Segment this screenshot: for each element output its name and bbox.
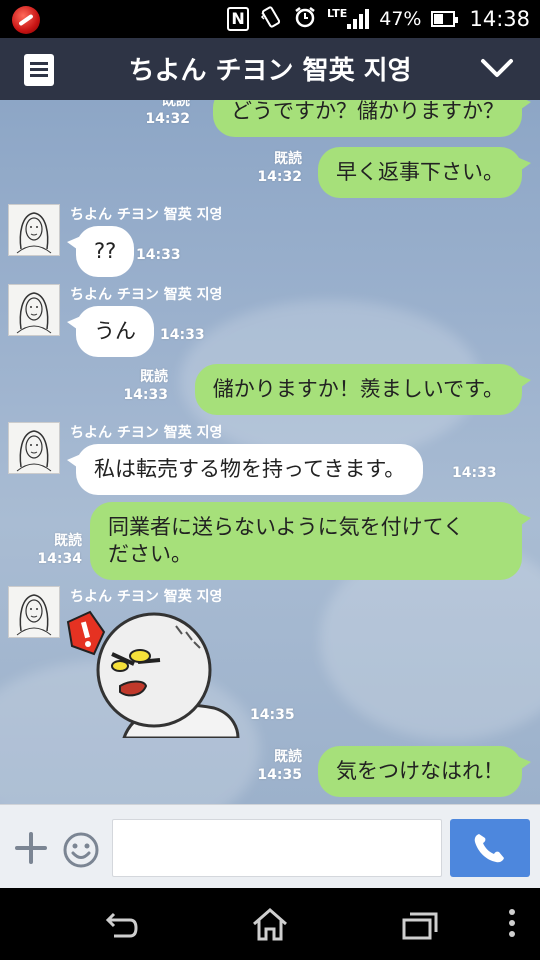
smile-icon[interactable]	[62, 831, 100, 869]
message-time: 14:33	[160, 327, 205, 343]
phone-icon	[474, 834, 504, 863]
sender-name: ちよん チヨン 智英 지영	[70, 287, 223, 303]
read-time-meta: 既読 14:34	[37, 532, 82, 568]
message-bubble[interactable]: 私は転売する物を持ってきます。	[66, 444, 424, 495]
navigation-bar	[0, 888, 540, 960]
sender-name: ちよん チヨン 智英 지영	[70, 207, 223, 223]
message-text: 気をつけなはれ！	[336, 759, 504, 783]
message-bubble[interactable]: どうですか？儲かりますか？	[213, 100, 531, 137]
message-time: 14:33	[123, 387, 168, 403]
signal-icon	[347, 9, 370, 29]
message-text: 私は転売する物を持ってきます。	[94, 457, 406, 481]
battery-icon	[431, 11, 459, 27]
read-time-meta: 既読 14:35	[257, 748, 302, 784]
read-time-meta: 既読 14:32	[257, 150, 302, 186]
chat-title: ちよん チヨン 智英 지영	[128, 56, 412, 86]
message-text: どうですか？儲かりますか？	[231, 100, 504, 123]
avatar[interactable]	[8, 422, 60, 474]
message-bubble[interactable]: 早く返事下さい。	[318, 147, 531, 198]
read-label: 既読	[274, 151, 302, 167]
avatar[interactable]	[8, 586, 60, 638]
message-text: 早く返事下さい。	[336, 160, 504, 184]
alarm-icon	[293, 5, 317, 34]
message-text: うん	[94, 319, 136, 343]
call-button[interactable]	[450, 819, 530, 877]
message-time: 14:35	[257, 767, 302, 783]
message-time: 14:33	[136, 247, 181, 263]
message-time: 14:32	[257, 169, 302, 185]
message-input[interactable]	[112, 819, 442, 877]
read-time-meta: 既読 14:33	[123, 368, 168, 404]
nfc-icon: N	[227, 7, 250, 31]
app-icon	[12, 6, 40, 34]
message-time: 14:32	[145, 111, 190, 127]
vibrate-icon	[259, 5, 283, 34]
overflow-menu-icon[interactable]	[492, 906, 515, 942]
message-time: 14:34	[37, 551, 82, 567]
plus-icon[interactable]	[14, 831, 48, 865]
battery-percent: 47%	[379, 8, 422, 30]
read-label: 既読	[162, 100, 190, 109]
status-bar: N LTE 47% 14:38	[0, 0, 540, 38]
message-bubble[interactable]: 気をつけなはれ！	[318, 746, 531, 797]
sender-name: ちよん チヨン 智英 지영	[70, 589, 223, 605]
message-bubble[interactable]: うん	[67, 306, 154, 357]
read-time-meta: 既読 14:32	[145, 100, 190, 128]
back-icon[interactable]	[100, 906, 140, 942]
chevron-down-icon[interactable]	[480, 56, 514, 80]
message-time: 14:35	[250, 707, 295, 723]
message-bubble[interactable]: 同業者に送らないように気を付けてく ださい。	[90, 502, 531, 580]
menu-icon[interactable]	[24, 54, 54, 86]
message-text-line: 同業者に送らないように気を付けてく	[108, 515, 464, 539]
avatar[interactable]	[8, 204, 60, 256]
angry-moon-sticker[interactable]	[64, 608, 244, 740]
message-text: ??	[94, 239, 117, 263]
message-bubble[interactable]: 儲かりますか！羨ましいです。	[194, 364, 532, 415]
avatar[interactable]	[8, 284, 60, 336]
message-time: 14:33	[452, 465, 497, 481]
clock: 14:38	[469, 7, 530, 31]
sender-name: ちよん チヨン 智英 지영	[70, 425, 223, 441]
read-label: 既読	[54, 533, 82, 549]
message-input-bar	[0, 804, 540, 888]
message-text: 儲かりますか！羨ましいです。	[212, 377, 504, 401]
chat-header: ちよん チヨン 智英 지영	[0, 38, 540, 100]
read-label: 既読	[274, 749, 302, 765]
message-text-line: ださい。	[108, 542, 192, 566]
read-label: 既読	[140, 369, 168, 385]
recent-apps-icon[interactable]	[400, 906, 440, 942]
message-bubble[interactable]: ??	[66, 226, 135, 277]
home-icon[interactable]	[250, 906, 290, 942]
chat-area[interactable]: 既読 14:32 どうですか？儲かりますか？ 既読 14:32 早く返事下さい。…	[0, 100, 540, 804]
lte-label: LTE	[327, 6, 348, 20]
